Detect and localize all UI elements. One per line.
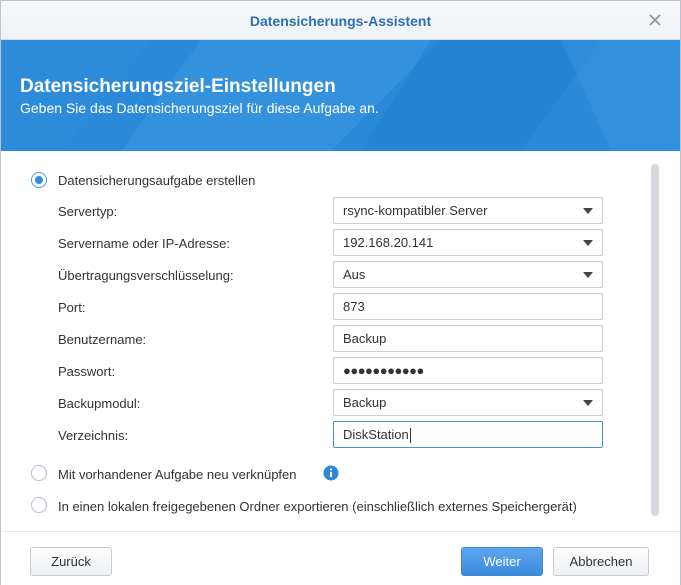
chevron-down-icon — [583, 208, 593, 214]
port-label: Port: — [58, 300, 86, 315]
username-input[interactable]: Backup — [333, 325, 603, 352]
info-icon[interactable] — [323, 465, 339, 481]
radio-create-task-label[interactable]: Datensicherungsaufgabe erstellen — [58, 173, 255, 188]
radio-export-local[interactable] — [31, 497, 47, 513]
banner-title: Datensicherungsziel-Einstellungen — [20, 76, 336, 97]
port-value: 873 — [343, 299, 365, 314]
server-name-select[interactable]: 192.168.20.141 — [333, 229, 603, 256]
username-label: Benutzername: — [58, 332, 147, 347]
radio-relink-task[interactable] — [31, 465, 47, 481]
dialog-footer: Zurück Weiter Abbrechen — [1, 531, 680, 585]
server-name-value: 192.168.20.141 — [343, 235, 434, 250]
scrollbar[interactable] — [651, 164, 659, 516]
radio-export-local-label[interactable]: In einen lokalen freigegebenen Ordner ex… — [58, 499, 577, 514]
server-type-label: Servertyp: — [58, 204, 118, 219]
server-name-label: Servername oder IP-Adresse: — [58, 236, 230, 251]
text-cursor — [409, 428, 411, 444]
back-button[interactable]: Zurück — [30, 547, 112, 576]
password-value: ●●●●●●●●●●● — [343, 363, 424, 378]
username-value: Backup — [343, 331, 387, 346]
password-input[interactable]: ●●●●●●●●●●● — [333, 357, 603, 384]
backup-module-select[interactable]: Backup — [333, 389, 603, 416]
chevron-down-icon — [583, 240, 593, 246]
banner-subtitle: Geben Sie das Datensicherungsziel für di… — [20, 100, 379, 116]
backup-module-label: Backupmodul: — [58, 396, 141, 411]
server-type-select[interactable]: rsync-kompatibler Server — [333, 197, 603, 224]
next-button[interactable]: Weiter — [461, 547, 543, 576]
radio-create-task[interactable] — [31, 172, 47, 188]
directory-value: DiskStation — [343, 427, 409, 442]
chevron-down-icon — [583, 400, 593, 406]
port-input[interactable]: 873 — [333, 293, 603, 320]
directory-input[interactable]: DiskStation — [333, 421, 603, 448]
directory-label: Verzeichnis: — [58, 428, 129, 443]
encryption-select[interactable]: Aus — [333, 261, 603, 288]
title-bar: Datensicherungs-Assistent — [1, 1, 680, 40]
password-label: Passwort: — [58, 364, 116, 379]
radio-relink-task-label[interactable]: Mit vorhandener Aufgabe neu verknüpfen — [58, 467, 297, 482]
close-icon[interactable] — [646, 11, 664, 29]
server-type-value: rsync-kompatibler Server — [343, 203, 488, 218]
settings-content: Datensicherungsaufgabe erstellen Servert… — [1, 152, 680, 522]
cancel-button[interactable]: Abbrechen — [553, 547, 649, 576]
dialog-title: Datensicherungs-Assistent — [249, 13, 432, 29]
encryption-value: Aus — [343, 267, 366, 282]
header-banner: Datensicherungsziel-Einstellungen Geben … — [1, 40, 680, 151]
chevron-down-icon — [583, 272, 593, 278]
encryption-label: Übertragungsverschlüsselung: — [58, 268, 234, 283]
backup-module-value: Backup — [343, 395, 387, 410]
backup-wizard-dialog: Datensicherungs-Assistent Datensicherung… — [0, 0, 681, 585]
